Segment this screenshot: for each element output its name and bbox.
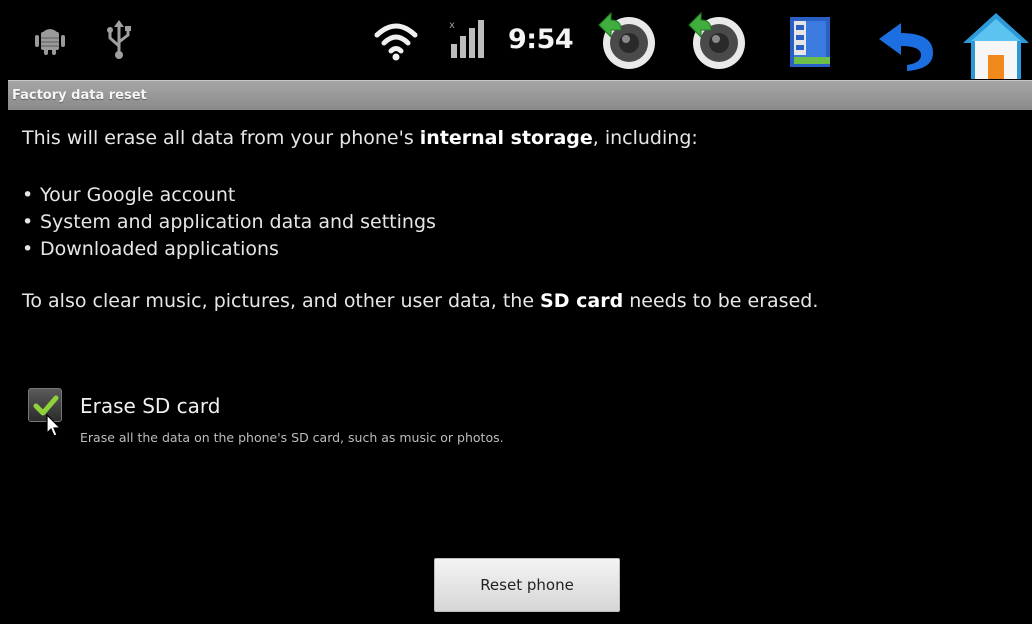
list-item: • Downloaded applications — [22, 238, 279, 260]
volume-down-icon[interactable] — [596, 10, 660, 72]
menu-icon[interactable] — [784, 14, 840, 72]
intro-bold: internal storage — [419, 127, 593, 149]
erase-list: • Your Google account • System and applica… — [22, 182, 436, 263]
list-item-label: System and application data and settings — [40, 211, 436, 233]
list-item: • Your Google account — [22, 184, 236, 206]
page-title: Factory data reset — [12, 88, 147, 103]
usb-icon — [104, 18, 134, 62]
list-item: • System and application data and setting… — [22, 211, 436, 233]
reset-phone-button[interactable]: Reset phone — [434, 558, 620, 612]
intro-text: This will erase all data from your phone… — [22, 127, 698, 149]
erase-sd-title[interactable]: Erase SD card — [80, 394, 220, 418]
reset-phone-label: Reset phone — [480, 576, 574, 594]
title-bar: Factory data reset — [8, 80, 1032, 110]
sd-note-suffix: needs to be erased. — [623, 290, 819, 312]
list-item-label: Downloaded applications — [40, 238, 279, 260]
intro-suffix: , including: — [592, 127, 698, 149]
sd-note-bold: SD card — [540, 290, 624, 312]
android-debug-icon — [30, 22, 70, 58]
screen: x 9:54 Factory data reset This will eras… — [8, 0, 1032, 624]
intro-prefix: This will erase all data from your phone… — [22, 127, 420, 149]
list-item-label: Your Google account — [40, 184, 236, 206]
svg-text:x: x — [449, 20, 455, 31]
sd-note-prefix: To also clear music, pictures, and other… — [22, 290, 541, 312]
wifi-icon — [372, 20, 420, 62]
back-icon[interactable] — [870, 18, 940, 72]
status-bar: x 9:54 — [8, 0, 1032, 80]
signal-icon: x — [446, 18, 494, 60]
status-clock: 9:54 — [508, 24, 574, 55]
sd-note-text: To also clear music, pictures, and other… — [22, 290, 818, 312]
mouse-cursor-icon — [46, 413, 62, 442]
volume-up-icon[interactable] — [686, 10, 750, 72]
erase-sd-subtitle: Erase all the data on the phone's SD car… — [80, 430, 504, 445]
home-icon[interactable] — [960, 10, 1032, 80]
